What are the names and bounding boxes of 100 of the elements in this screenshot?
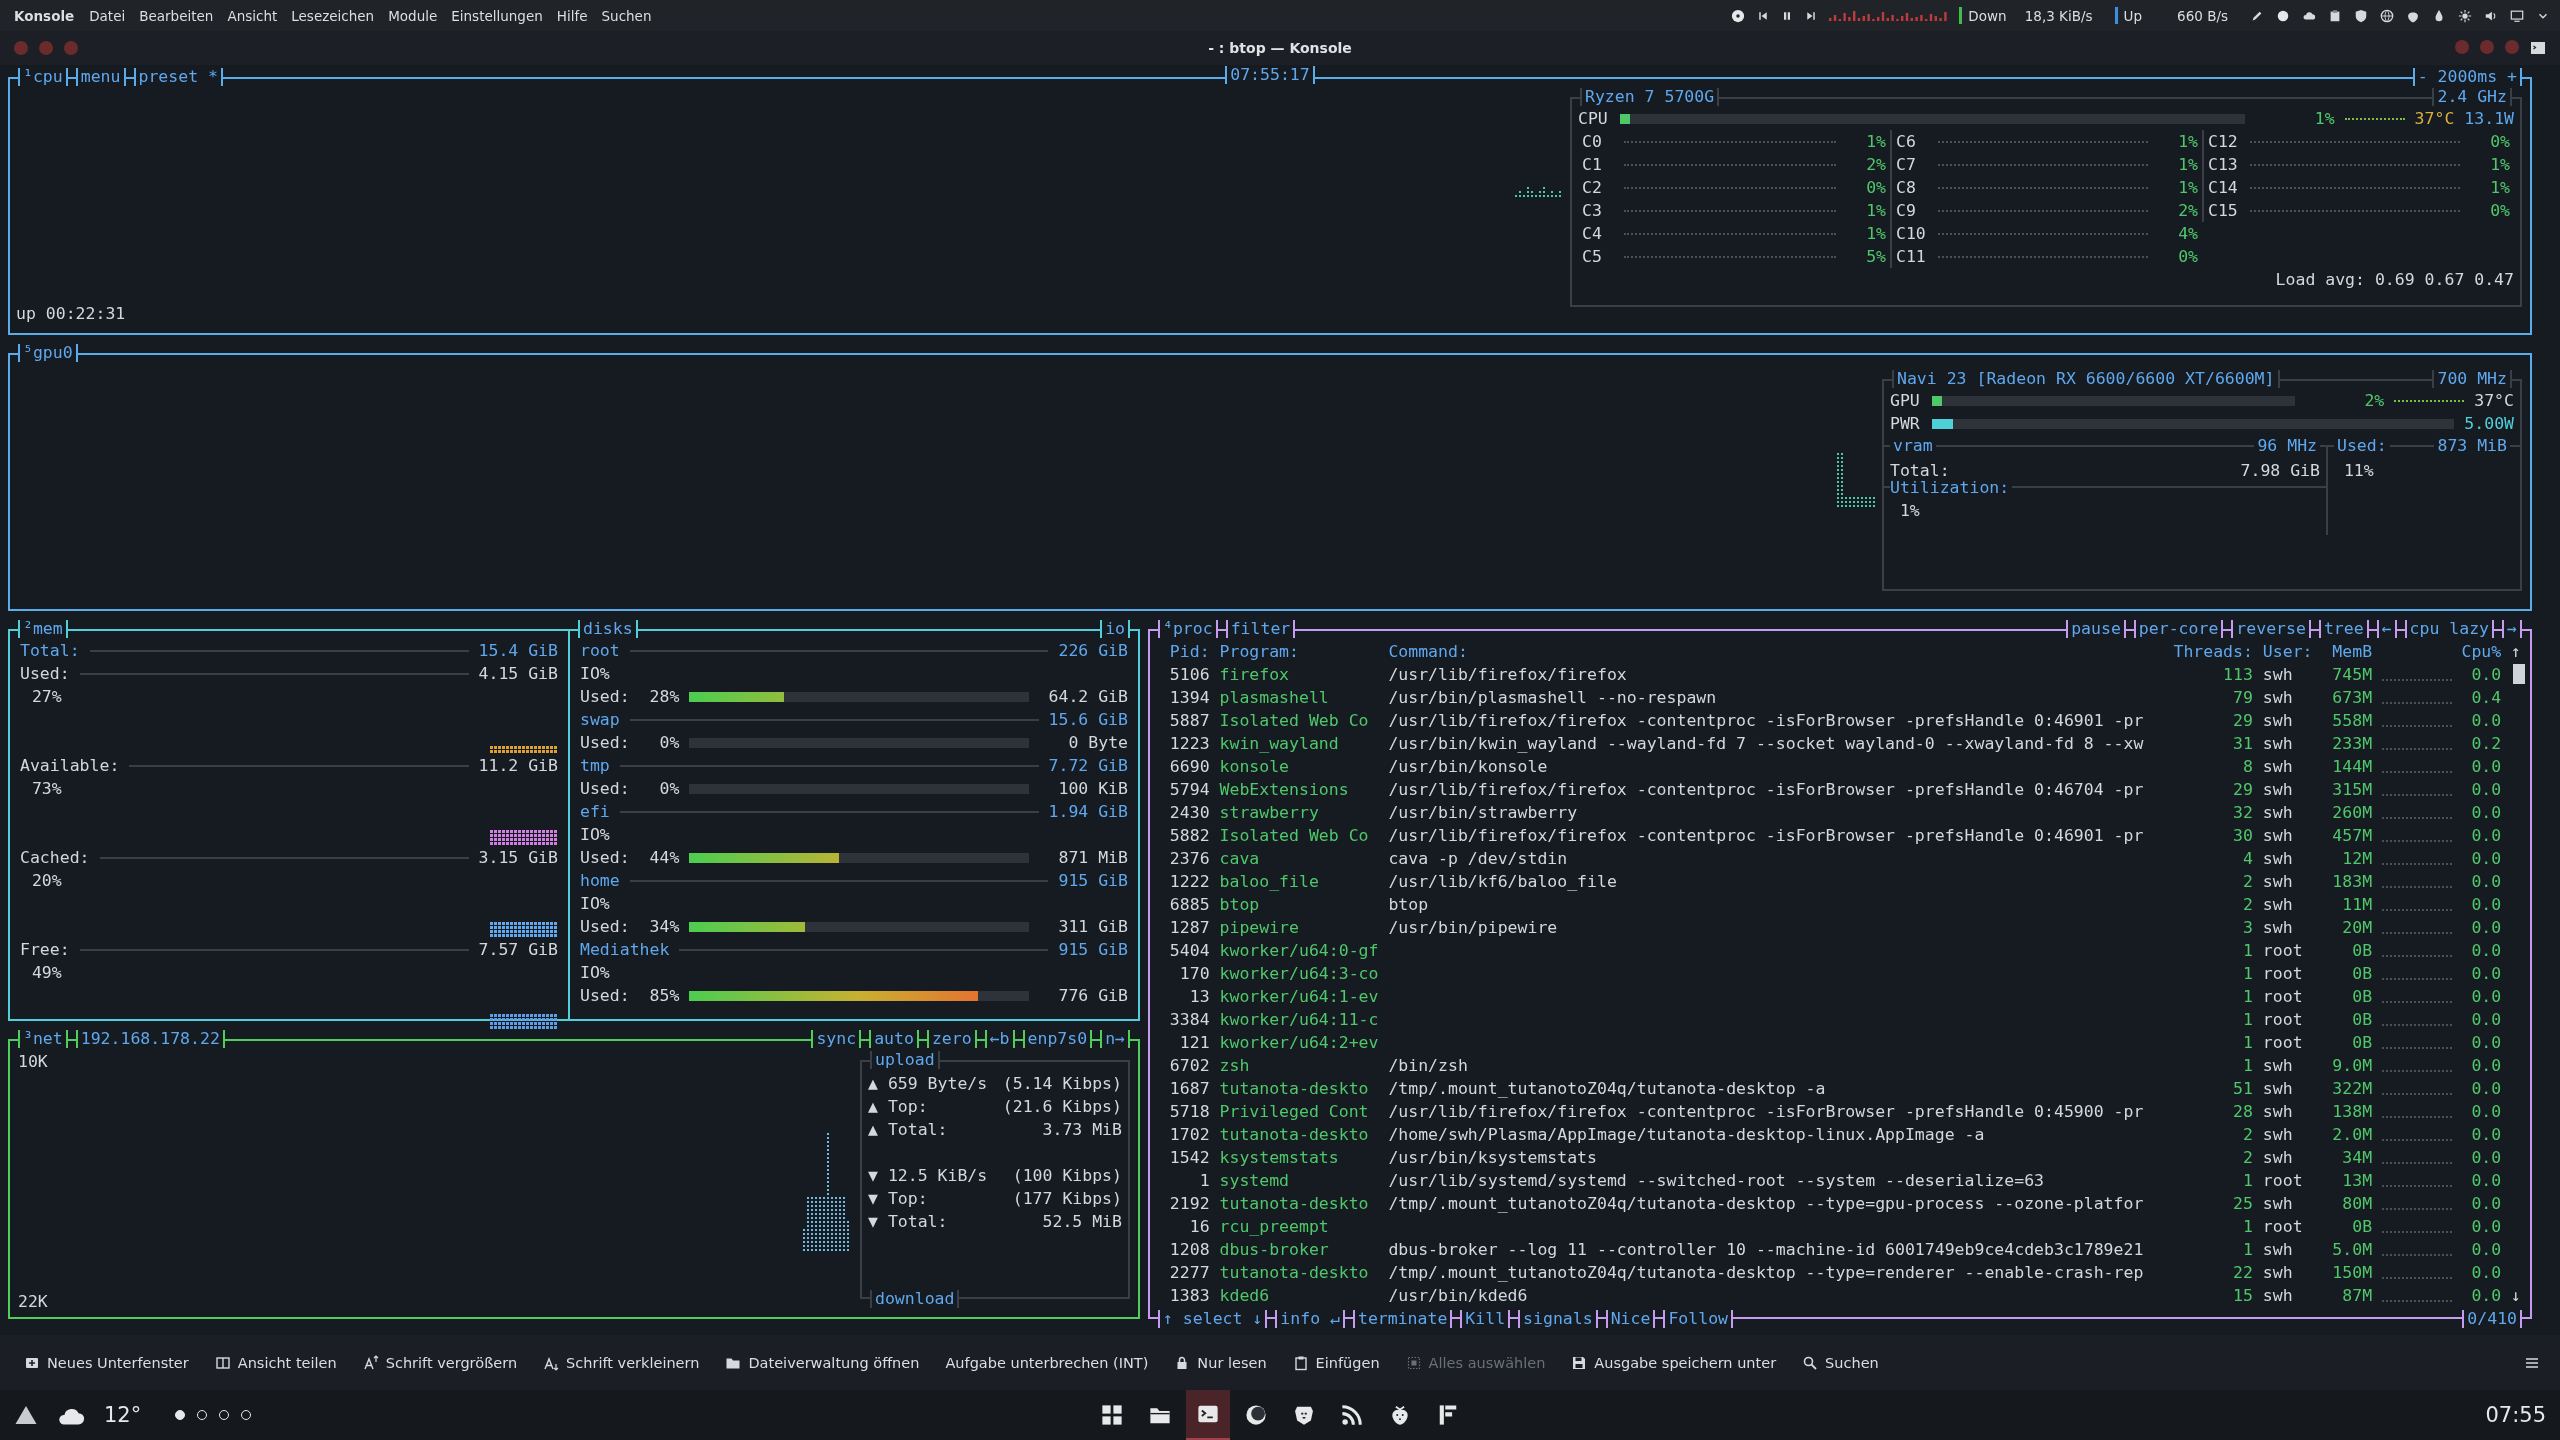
table-cell-text: 6702 [1168, 1055, 1210, 1077]
key-hint[interactable]: Follow [1663, 1310, 1733, 1328]
menu-item[interactable]: Module [381, 7, 445, 24]
panel-title[interactable]: disks [578, 620, 638, 638]
download-stat-value: (177 Kibps) [1012, 1188, 1122, 1210]
panel-option[interactable]: → [2502, 620, 2522, 638]
table-cell-text: 5718 [1168, 1101, 1210, 1123]
table-cell-text: 0.0 [2470, 1262, 2502, 1284]
panel-option[interactable]: zero [926, 1030, 977, 1048]
panel-option[interactable]: preset * [133, 68, 223, 86]
upload-stat-value: 3.73 MiB [1042, 1119, 1122, 1141]
toolbar-button[interactable]: Neues Unterfenster [14, 1348, 199, 1377]
table-cell-text: /bin/zsh [1388, 1055, 1469, 1077]
panel-option[interactable]: ⁴proc [1158, 620, 1218, 638]
panel-title[interactable]: ⁵gpu0 [18, 344, 78, 362]
table-cell-text: /home/swh/Plasma/AppImage/tutanota-desktop-linux.AppImage -a [1388, 1124, 1986, 1146]
table-cell-text: /tmp/.mount_tutanotoZ04q/tutanota-desktop --type=renderer --enable-crash-rep [1388, 1262, 2145, 1284]
key-hint[interactable]: info ↵ [1275, 1310, 1345, 1328]
table-cell-text: swh [2262, 779, 2294, 801]
panel-option[interactable]: tree [2318, 620, 2369, 638]
table-cell-text: 3384 [1168, 1009, 1210, 1031]
column-header[interactable]: Threads: [2173, 640, 2253, 663]
process-graph [2382, 1115, 2452, 1118]
core-label: C11 [1896, 246, 1927, 268]
table-cell-text: 30 [2232, 825, 2253, 847]
menu-item[interactable]: Suchen [594, 7, 659, 24]
key-hint[interactable]: ↑ select ↓ [1158, 1310, 1268, 1328]
table-cell-text: /usr/lib/kf6/baloo_file [1388, 871, 1618, 893]
panel-option[interactable]: reverse [2231, 620, 2311, 638]
table-cell-text: 322M [2331, 1078, 2373, 1100]
key-hint[interactable]: signals [1518, 1310, 1598, 1328]
core-percent: 1% [2177, 154, 2198, 176]
panel-option[interactable]: n→ [1100, 1030, 1130, 1048]
scroll-down-arrow[interactable]: ↓ [2511, 1284, 2526, 1307]
panel-option[interactable]: per-core [2133, 620, 2224, 638]
table-cell-text: 1383 [1168, 1285, 1210, 1307]
column-header[interactable]: User: [2262, 640, 2313, 663]
shield-icon [2354, 8, 2368, 23]
column-header[interactable]: Program: [1219, 640, 1379, 663]
panel-option[interactable]: pause [2066, 620, 2126, 638]
menu-item[interactable]: Lesezeichen [284, 7, 382, 24]
process-graph [2382, 954, 2452, 957]
panel-option[interactable]: auto [869, 1030, 919, 1048]
panel-option[interactable]: ¹cpu [18, 68, 68, 86]
vram-total: 7.98 GiB [2240, 460, 2320, 482]
table-cell-text: 2.0M [2331, 1124, 2373, 1146]
menu-item[interactable]: Hilfe [549, 7, 595, 24]
disk-used-label: Used: [580, 916, 630, 938]
toolbar-button[interactable]: Dateiverwaltung öffnen [715, 1348, 930, 1377]
toolbar-button[interactable]: Schrift verkleinern [533, 1348, 710, 1377]
panel-option[interactable]: cpu lazy [2404, 620, 2495, 638]
panel-option[interactable]: menu [75, 68, 126, 86]
scroll-up-arrow[interactable]: ↑ [2511, 640, 2526, 663]
panel-option[interactable]: ← [2376, 620, 2397, 638]
table-cell-text: 1 [2242, 1009, 2253, 1031]
process-graph [2382, 770, 2452, 773]
panel-option[interactable]: ←b [984, 1030, 1015, 1048]
clipboard-icon [2328, 8, 2342, 23]
table-cell-text: swh [2262, 1147, 2294, 1169]
panel-option[interactable]: enp7s0 [1022, 1030, 1093, 1048]
table-cell-text: 6885 [1168, 894, 1210, 916]
desktop-switcher-dot[interactable] [175, 1410, 186, 1420]
taskbar-button[interactable] [1186, 1390, 1230, 1440]
panel-title[interactable]: ²mem [18, 620, 68, 638]
gpu-name: Navi 23 [Radeon RX 6600/6600 XT/6600M] [1892, 370, 2280, 388]
menu-item[interactable]: Ansicht [220, 7, 285, 24]
core-label: C13 [2208, 154, 2239, 176]
key-hint[interactable]: terminate [1352, 1310, 1453, 1328]
table-cell-text: 0.0 [2470, 756, 2502, 778]
toolbar-button[interactable]: Aufgabe unterbrechen (INT) [935, 1348, 1159, 1377]
column-header[interactable]: MemB [2322, 640, 2373, 663]
toolbar-button[interactable]: Einfügen [1282, 1348, 1390, 1377]
panel-option[interactable]: filter [1225, 620, 1296, 638]
table-cell-text: 32 [2232, 802, 2253, 824]
column-header[interactable]: Pid: [1150, 640, 1210, 663]
scrollbar-thumb[interactable] [2512, 664, 2525, 684]
toolbar-button[interactable]: Ausgabe speichern unter [1561, 1348, 1787, 1377]
table-cell-text: 0.0 [2470, 664, 2502, 686]
download-rate: 18,3 KiB/s [2023, 7, 2093, 24]
disk-name: swap [580, 709, 620, 731]
core-percent: 1% [1865, 223, 1886, 245]
menu-item[interactable]: Datei [82, 7, 133, 24]
toolbar-button[interactable]: Nur lesen [1164, 1348, 1277, 1377]
table-cell-text: pipewire [1219, 917, 1300, 939]
table-cell-text: 0B [2351, 1009, 2373, 1031]
column-header[interactable]: Cpu% [2461, 640, 2502, 663]
toolbar-button[interactable]: Ansicht teilen [204, 1348, 347, 1377]
menu-item[interactable]: Einstellungen [444, 7, 550, 24]
panel-option[interactable]: io [1100, 620, 1130, 638]
gpu-clock: 700 MHz [2432, 370, 2512, 388]
toolbar-button[interactable]: Schrift vergrößern [352, 1348, 528, 1377]
panel-option[interactable]: sync [811, 1030, 862, 1048]
memory-value: 15.4 GiB [478, 640, 558, 662]
column-header[interactable]: Command: [1388, 640, 2164, 663]
menu-item[interactable]: Bearbeiten [132, 7, 221, 24]
toolbar-button[interactable]: Suchen [1792, 1348, 1889, 1377]
key-hint[interactable]: Nice [1605, 1310, 1656, 1328]
table-cell-text: /usr/lib/firefox/firefox [1388, 664, 1628, 686]
key-hint[interactable]: Kill [1460, 1310, 1511, 1328]
update-interval[interactable]: - 2000ms + [2412, 68, 2522, 86]
